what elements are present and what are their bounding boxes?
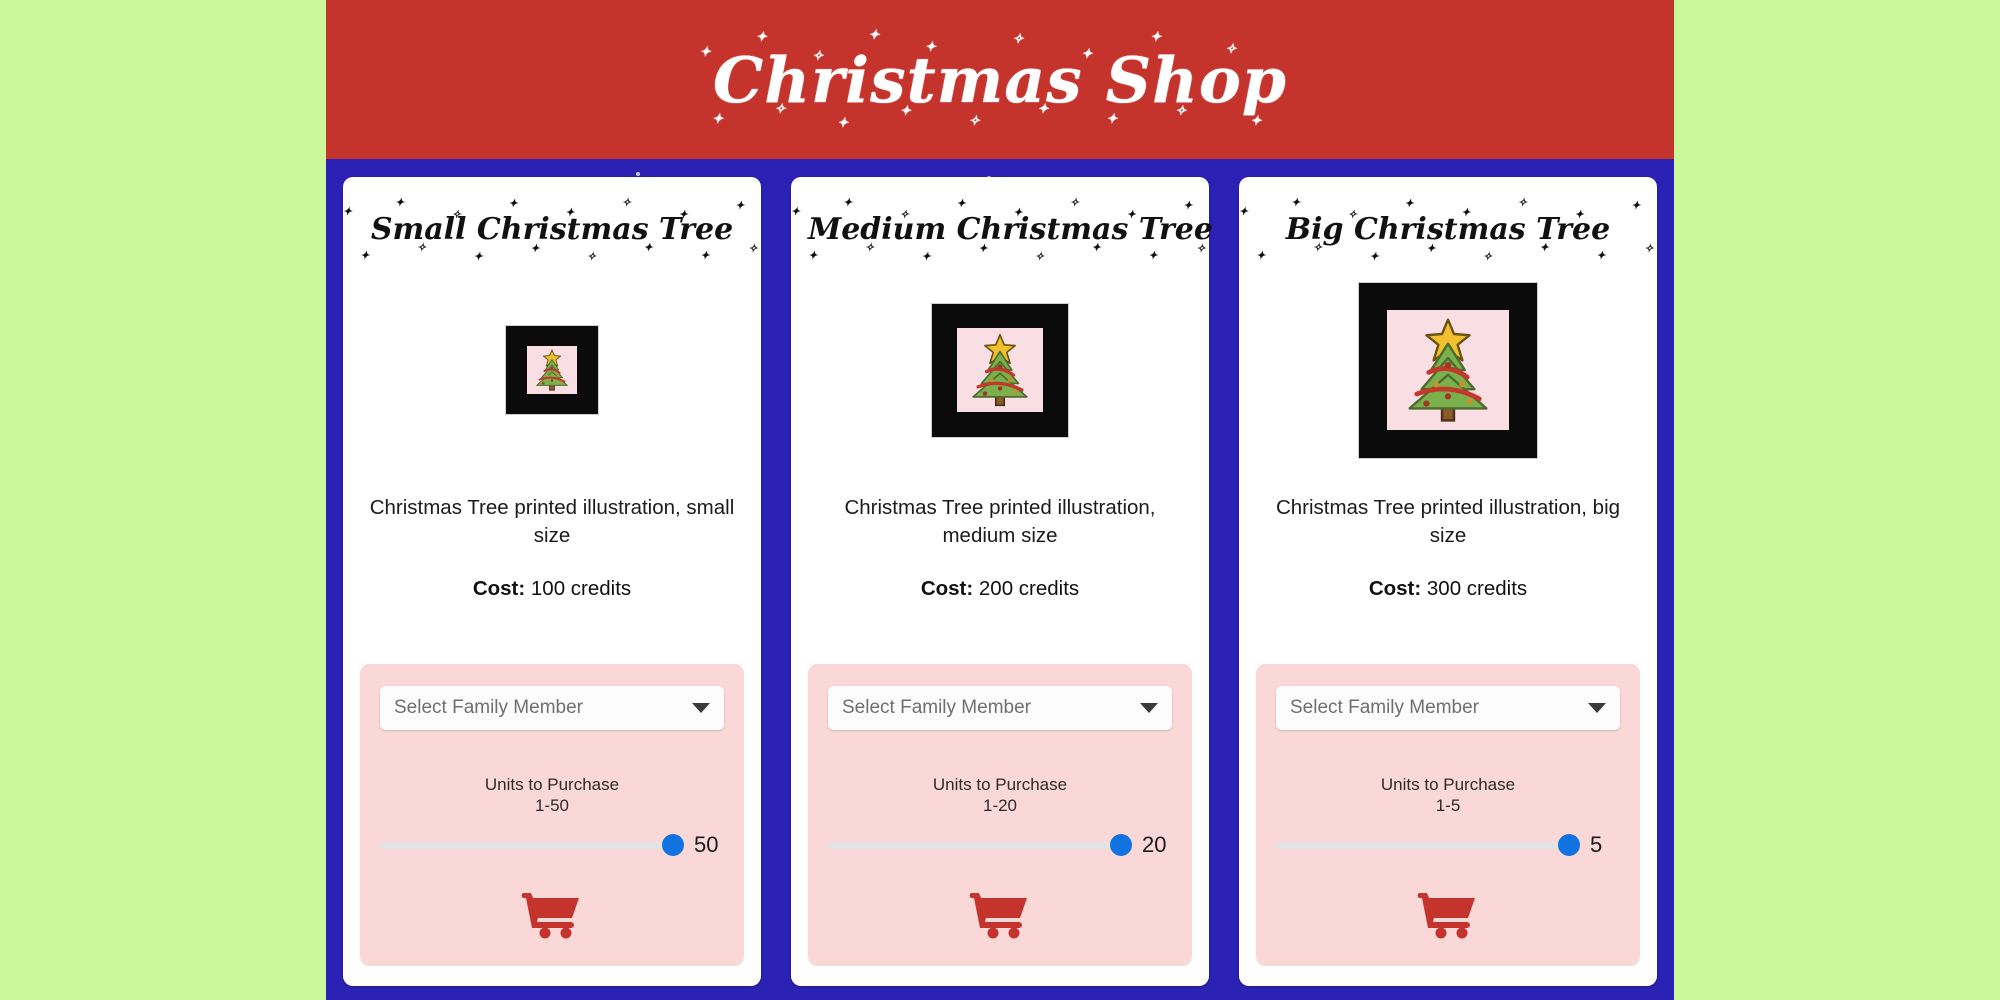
- chevron-down-icon: [1140, 702, 1158, 713]
- product-cost: Cost: 100 credits: [360, 577, 744, 601]
- christmas-tree-icon: [972, 333, 1028, 407]
- picture-mat: [957, 328, 1043, 412]
- family-member-select[interactable]: Select Family Member: [828, 685, 1172, 730]
- units-slider-thumb[interactable]: [1558, 834, 1580, 856]
- units-slider-range: 1-20: [982, 795, 1018, 815]
- christmas-tree-icon: [1408, 318, 1488, 422]
- units-slider-row[interactable]: 5: [1276, 832, 1620, 858]
- product-title-text: Big Christmas Tree: [1285, 212, 1611, 247]
- picture-frame-icon: [932, 303, 1068, 437]
- family-member-select-value: Select Family Member: [394, 696, 583, 718]
- units-slider-value: 5: [1590, 832, 1603, 857]
- product-title-text: Small Christmas Tree: [370, 212, 734, 247]
- add-to-cart-button[interactable]: [969, 888, 1031, 940]
- units-slider-label: Units to Purchase 1-50: [380, 774, 724, 817]
- page-title: Christmas Shop ✦ ✦ ✧ ✦ ✦ ✧ ✦ ✦ ✧ ✦ ✧ ✦ ✦…: [700, 29, 1287, 131]
- product-title-text: Medium Christmas Tree: [808, 212, 1213, 247]
- site-title-text: Christmas Shop: [713, 42, 1287, 117]
- family-member-select-value: Select Family Member: [842, 696, 1031, 718]
- product-image-area: [360, 246, 744, 494]
- cart-row: [828, 888, 1172, 940]
- product-image-area: [1256, 246, 1640, 494]
- purchase-panel: Select Family Member Units to Purchase 1…: [808, 663, 1192, 966]
- units-slider-thumb[interactable]: [1110, 834, 1132, 856]
- cart-row: [380, 888, 724, 940]
- product-title: Small Christmas Tree ✦ ✦ ✧ ✦ ✦ ✧ ✦ ✦ ✦ ✧…: [343, 197, 758, 262]
- family-member-select[interactable]: Select Family Member: [380, 685, 724, 730]
- cost-value: 300 credits: [1426, 577, 1528, 601]
- site-header: Christmas Shop ✦ ✦ ✧ ✦ ✦ ✧ ✦ ✦ ✧ ✦ ✧ ✦ ✦…: [326, 0, 1674, 159]
- product-description: Christmas Tree printed illustration, med…: [844, 496, 1156, 547]
- units-slider-label: Units to Purchase 1-5: [1276, 774, 1620, 817]
- picture-mat: [1387, 310, 1509, 430]
- product-title: Big Christmas Tree ✦ ✦ ✧ ✦ ✦ ✧ ✦ ✦ ✦ ✧ ✦…: [1239, 197, 1654, 262]
- units-slider-track[interactable]: [828, 834, 1132, 856]
- family-member-select-value: Select Family Member: [1290, 696, 1479, 718]
- cost-value: 100 credits: [530, 577, 632, 601]
- family-member-select[interactable]: Select Family Member: [1276, 685, 1620, 730]
- cost-value: 200 credits: [978, 577, 1080, 601]
- shopping-cart-icon: [969, 893, 1027, 939]
- units-slider-title: Units to Purchase: [484, 774, 620, 794]
- product-image-area: [808, 246, 1192, 494]
- units-slider-range: 1-50: [534, 795, 570, 815]
- units-slider-row[interactable]: 50: [380, 832, 724, 858]
- product-card[interactable]: Medium Christmas Tree ✦ ✦ ✧ ✦ ✦ ✧ ✦ ✦ ✦ …: [791, 177, 1213, 986]
- product-title: Medium Christmas Tree ✦ ✦ ✧ ✦ ✦ ✧ ✦ ✦ ✦ …: [791, 197, 1213, 262]
- cost-label: Cost:: [1368, 577, 1422, 601]
- cart-row: [1276, 888, 1620, 940]
- cost-label: Cost:: [472, 577, 526, 601]
- picture-frame-icon: [1359, 282, 1537, 458]
- product-description: Christmas Tree printed illustration, sma…: [369, 496, 735, 547]
- units-slider-thumb[interactable]: [662, 834, 684, 856]
- product-cost: Cost: 200 credits: [808, 577, 1192, 601]
- product-card[interactable]: Small Christmas Tree ✦ ✦ ✧ ✦ ✦ ✧ ✦ ✦ ✦ ✧…: [343, 177, 761, 986]
- chevron-down-icon: [1588, 702, 1606, 713]
- units-slider-value: 50: [694, 832, 719, 857]
- add-to-cart-button[interactable]: [1417, 888, 1479, 940]
- picture-frame-icon: [506, 326, 598, 414]
- shopping-cart-icon: [521, 893, 579, 939]
- chevron-down-icon: [692, 702, 710, 713]
- product-card[interactable]: Big Christmas Tree ✦ ✦ ✧ ✦ ✦ ✧ ✦ ✦ ✦ ✧ ✦…: [1239, 177, 1657, 986]
- units-slider-label: Units to Purchase 1-20: [828, 774, 1172, 817]
- shop-page: Christmas Shop ✦ ✦ ✧ ✦ ✦ ✧ ✦ ✦ ✧ ✦ ✧ ✦ ✦…: [326, 0, 1674, 1000]
- units-slider-title: Units to Purchase: [1380, 774, 1516, 794]
- purchase-panel: Select Family Member Units to Purchase 1…: [1256, 663, 1640, 966]
- units-slider-track[interactable]: [1276, 834, 1580, 856]
- shopping-cart-icon: [1417, 893, 1475, 939]
- add-to-cart-button[interactable]: [521, 888, 583, 940]
- christmas-tree-icon: [536, 349, 568, 391]
- product-cost: Cost: 300 credits: [1256, 577, 1640, 601]
- units-slider-value: 20: [1142, 832, 1167, 857]
- units-slider-range: 1-5: [1435, 795, 1461, 815]
- products-board: Small Christmas Tree ✦ ✦ ✧ ✦ ✦ ✧ ✦ ✦ ✦ ✧…: [326, 159, 1674, 1000]
- picture-mat: [527, 346, 577, 394]
- purchase-panel: Select Family Member Units to Purchase 1…: [360, 663, 744, 966]
- cost-label: Cost:: [920, 577, 974, 601]
- product-description: Christmas Tree printed illustration, big…: [1275, 496, 1621, 547]
- units-slider-title: Units to Purchase: [932, 774, 1068, 794]
- units-slider-row[interactable]: 20: [828, 832, 1172, 858]
- units-slider-track[interactable]: [380, 834, 684, 856]
